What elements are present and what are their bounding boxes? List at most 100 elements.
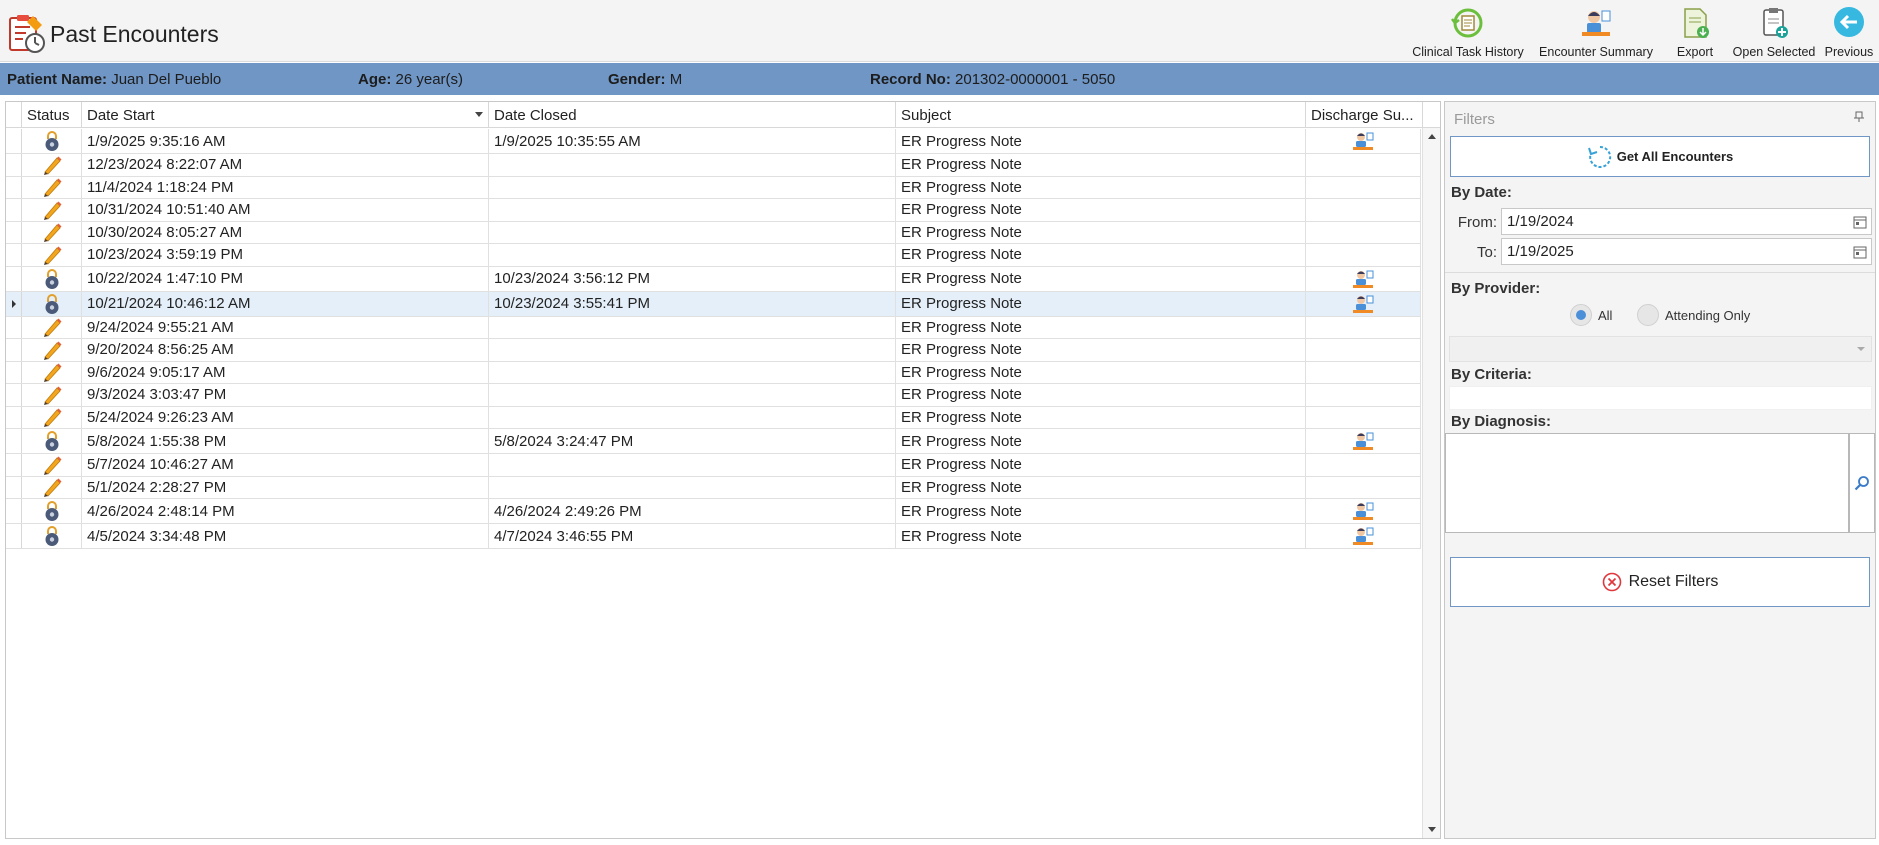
discharge-summary-cell [1306, 176, 1421, 198]
calendar-icon[interactable] [1853, 215, 1867, 229]
discharge-summary-cell [1306, 476, 1421, 498]
calendar-icon[interactable] [1853, 245, 1867, 259]
discharge-summary-cell[interactable] [1306, 291, 1421, 316]
discharge-summary-cell[interactable] [1306, 129, 1421, 153]
scroll-up-icon[interactable] [1428, 134, 1436, 139]
get-all-encounters-label: Get All Encounters [1616, 149, 1734, 164]
date-closed-cell: 4/26/2024 2:49:26 PM [489, 499, 896, 523]
criteria-field[interactable] [1449, 386, 1872, 410]
date-start-cell: 10/30/2024 8:05:27 AM [82, 221, 489, 243]
table-row[interactable]: 9/24/2024 9:55:21 AM ER Progress Note [6, 316, 1421, 339]
get-all-encounters-button[interactable]: Get All Encounters [1450, 136, 1870, 177]
row-indicator[interactable] [6, 429, 22, 453]
encounter-summary-button[interactable]: Encounter Summary [1531, 4, 1661, 60]
row-indicator[interactable] [6, 291, 22, 316]
vertical-scrollbar[interactable] [1422, 128, 1440, 838]
table-row[interactable]: 5/7/2024 10:46:27 AM ER Progress Note [6, 454, 1421, 477]
row-indicator[interactable] [6, 266, 22, 291]
pencil-icon [43, 408, 61, 428]
table-row[interactable]: 10/30/2024 8:05:27 AM ER Progress Note [6, 221, 1421, 244]
radio-attending-only-label: Attending Only [1665, 307, 1751, 323]
by-date-label: By Date: [1451, 184, 1512, 201]
row-indicator[interactable] [6, 384, 22, 406]
provider-radio-group: All Attending Only [1445, 302, 1875, 328]
discharge-summary-cell[interactable] [1306, 429, 1421, 453]
row-indicator[interactable] [6, 199, 22, 221]
date-start-cell: 5/7/2024 10:46:27 AM [82, 454, 489, 476]
table-row[interactable]: 9/3/2024 3:03:47 PM ER Progress Note [6, 384, 1421, 407]
table-row[interactable]: 11/4/2024 1:18:24 PM ER Progress Note [6, 176, 1421, 199]
radio-all-label: All [1598, 307, 1613, 323]
column-header-date-start[interactable]: Date Start [82, 102, 489, 128]
table-row[interactable]: 10/31/2024 10:51:40 AM ER Progress Note [6, 199, 1421, 222]
open-selected-button[interactable]: Open Selected [1729, 4, 1819, 60]
row-indicator[interactable] [6, 176, 22, 198]
row-indicator[interactable] [6, 406, 22, 428]
row-indicator[interactable] [6, 244, 22, 266]
table-row[interactable]: 4/26/2024 2:48:14 PM 4/26/2024 2:49:26 PM… [6, 499, 1421, 524]
row-indicator[interactable] [6, 339, 22, 361]
discharge-summary-cell [1306, 454, 1421, 476]
from-date-field[interactable]: 1/19/2024 [1501, 208, 1872, 235]
diagnosis-search-button[interactable] [1849, 433, 1875, 533]
search-icon [1854, 476, 1869, 491]
discharge-summary-cell [1306, 221, 1421, 243]
export-button[interactable]: Export [1661, 4, 1729, 60]
date-closed-cell [489, 476, 896, 498]
pencil-icon [43, 223, 61, 243]
row-indicator[interactable] [6, 129, 22, 153]
table-row[interactable]: 9/6/2024 9:05:17 AM ER Progress Note [6, 361, 1421, 384]
clipboard-clock-icon [9, 15, 45, 53]
subject-cell: ER Progress Note [896, 429, 1306, 453]
divider [1445, 272, 1875, 273]
to-date-field[interactable]: 1/19/2025 [1501, 238, 1872, 265]
table-row[interactable]: 5/8/2024 1:55:38 PM 5/8/2024 3:24:47 PM ER… [6, 429, 1421, 454]
column-header-discharge-summary[interactable]: Discharge Su... [1306, 102, 1423, 128]
discharge-summary-cell[interactable] [1306, 499, 1421, 523]
status-cell [22, 199, 82, 221]
row-indicator[interactable] [6, 454, 22, 476]
table-row[interactable]: 12/23/2024 8:22:07 AM ER Progress Note [6, 154, 1421, 177]
pencil-icon [43, 178, 61, 198]
table-row[interactable]: 1/9/2025 9:35:16 AM 1/9/2025 10:35:55 AM E… [6, 129, 1421, 154]
open-selected-label: Open Selected [1732, 45, 1816, 59]
table-row[interactable]: 4/5/2024 3:34:48 PM 4/7/2024 3:46:55 PM ER… [6, 524, 1421, 549]
row-indicator[interactable] [6, 361, 22, 383]
column-header-status[interactable]: Status [22, 102, 82, 128]
encounter-summary-icon [1582, 10, 1611, 36]
row-indicator[interactable] [6, 221, 22, 243]
row-indicator[interactable] [6, 499, 22, 523]
lock-icon [45, 501, 58, 521]
lock-icon [45, 268, 58, 289]
row-indicator[interactable] [6, 476, 22, 498]
discharge-summary-cell[interactable] [1306, 266, 1421, 291]
clinical-task-history-button[interactable]: Clinical Task History [1405, 4, 1531, 60]
column-header-date-closed[interactable]: Date Closed [489, 102, 896, 128]
row-indicator[interactable] [6, 316, 22, 338]
table-row[interactable]: 5/1/2024 2:28:27 PM ER Progress Note [6, 476, 1421, 499]
table-row[interactable]: 10/21/2024 10:46:12 AM 10/23/2024 3:55:41… [6, 291, 1421, 317]
diagnosis-list[interactable] [1445, 433, 1849, 533]
patient-record-value: 201302-0000001 - 5050 [955, 71, 1116, 88]
discharge-summary-cell[interactable] [1306, 524, 1421, 548]
table-row[interactable]: 9/20/2024 8:56:25 AM ER Progress Note [6, 339, 1421, 362]
provider-dropdown[interactable] [1449, 336, 1872, 362]
date-closed-cell: 4/7/2024 3:46:55 PM [489, 524, 896, 548]
radio-attending-only[interactable]: Attending Only [1637, 304, 1750, 326]
previous-button[interactable]: Previous [1819, 4, 1879, 60]
row-indicator[interactable] [6, 154, 22, 176]
pin-icon[interactable] [1853, 111, 1865, 123]
radio-all[interactable]: All [1570, 304, 1612, 326]
row-indicator[interactable] [6, 524, 22, 548]
refresh-icon [1587, 145, 1611, 168]
table-row[interactable]: 10/22/2024 1:47:10 PM 10/23/2024 3:56:12 … [6, 266, 1421, 292]
date-closed-cell [489, 384, 896, 406]
date-closed-cell [489, 244, 896, 266]
table-row[interactable]: 5/24/2024 9:26:23 AM ER Progress Note [6, 406, 1421, 429]
column-header-subject[interactable]: Subject [896, 102, 1306, 128]
table-row[interactable]: 10/23/2024 3:59:19 PM ER Progress Note [6, 244, 1421, 267]
pencil-icon [43, 318, 61, 338]
discharge-summary-cell [1306, 339, 1421, 361]
reset-filters-button[interactable]: Reset Filters [1450, 557, 1870, 607]
scroll-down-icon[interactable] [1428, 827, 1436, 832]
